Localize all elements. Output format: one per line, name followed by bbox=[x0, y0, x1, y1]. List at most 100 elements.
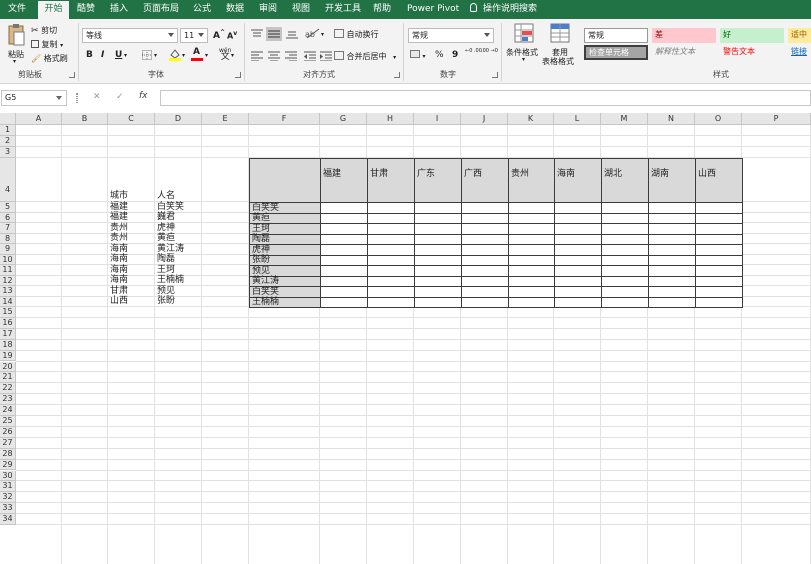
column-header-g[interactable]: G bbox=[320, 113, 367, 125]
alignment-launcher-icon[interactable] bbox=[394, 72, 400, 78]
column-header-c[interactable]: C bbox=[108, 113, 155, 125]
row-header-23[interactable]: 23 bbox=[0, 394, 16, 406]
row-header-8[interactable]: 8 bbox=[0, 233, 16, 244]
style-link[interactable]: 链接 bbox=[788, 45, 811, 60]
source-name-cell[interactable]: 张盼 bbox=[155, 296, 202, 306]
italic-button[interactable]: I bbox=[101, 50, 104, 60]
row-header-22[interactable]: 22 bbox=[0, 383, 16, 395]
paste-button[interactable]: 粘贴 ▾ bbox=[6, 23, 26, 65]
style-good[interactable]: 好 bbox=[720, 28, 784, 43]
tab-review[interactable]: 审阅 bbox=[259, 0, 277, 19]
tab-page-layout[interactable]: 页面布局 bbox=[143, 0, 179, 19]
matrix-header-cell[interactable] bbox=[601, 158, 649, 203]
source-name-cell[interactable]: 王珂 bbox=[155, 265, 202, 275]
row-header-17[interactable]: 17 bbox=[0, 328, 16, 340]
name-box[interactable]: G5 bbox=[1, 90, 67, 106]
matrix-cell[interactable] bbox=[554, 296, 602, 308]
formula-bar-grip-icon[interactable] bbox=[76, 93, 78, 103]
font-launcher-icon[interactable] bbox=[235, 72, 241, 78]
font-size-select[interactable]: 11 bbox=[180, 28, 208, 43]
source-name-cell[interactable]: 预见 bbox=[155, 286, 202, 296]
matrix-cell[interactable] bbox=[648, 296, 696, 308]
source-city-cell[interactable]: 山西 bbox=[108, 296, 155, 306]
increase-decimal-button[interactable]: ←0 .00 bbox=[465, 48, 482, 54]
row-header-15[interactable]: 15 bbox=[0, 307, 16, 318]
row-header-29[interactable]: 29 bbox=[0, 459, 16, 471]
style-neutral[interactable]: 适中 bbox=[788, 28, 811, 43]
cancel-icon[interactable]: ✕ bbox=[93, 92, 101, 102]
copy-button[interactable]: 复制 ▾ bbox=[31, 39, 63, 50]
shrink-font-button[interactable]: Av bbox=[227, 30, 237, 41]
row-header-1[interactable]: 1 bbox=[0, 125, 16, 136]
matrix-header-cell[interactable] bbox=[508, 158, 555, 203]
column-header-b[interactable]: B bbox=[62, 113, 108, 125]
tell-me-search[interactable]: 操作说明搜索 bbox=[470, 0, 537, 19]
row-header-4[interactable]: 4 bbox=[0, 158, 16, 202]
column-header-k[interactable]: K bbox=[508, 113, 554, 125]
source-name-cell[interactable]: 陶磊 bbox=[155, 254, 202, 264]
font-name-select[interactable]: 等线 bbox=[82, 28, 178, 43]
source-name-cell[interactable]: 虎神 bbox=[155, 223, 202, 233]
row-header-24[interactable]: 24 bbox=[0, 405, 16, 416]
orientation-button[interactable]: ab bbox=[305, 27, 321, 42]
tab-power-pivot[interactable]: Power Pivot bbox=[407, 0, 459, 19]
tab-kuzan[interactable]: 酷赞 bbox=[77, 0, 95, 19]
source-city-cell[interactable]: 贵州 bbox=[108, 233, 155, 243]
row-header-5[interactable]: 5 bbox=[0, 202, 16, 213]
align-right-button[interactable] bbox=[285, 51, 297, 64]
clipboard-launcher-icon[interactable] bbox=[69, 72, 75, 78]
tab-insert[interactable]: 插入 bbox=[110, 0, 128, 19]
fill-color-dropdown-icon[interactable]: ▾ bbox=[182, 52, 185, 59]
format-painter-button[interactable]: 🖌 格式刷 bbox=[31, 53, 68, 64]
row-header-27[interactable]: 27 bbox=[0, 437, 16, 449]
matrix-header-cell[interactable] bbox=[249, 158, 321, 203]
number-format-select[interactable]: 常规 bbox=[408, 28, 494, 43]
row-header-26[interactable]: 26 bbox=[0, 426, 16, 438]
column-header-h[interactable]: H bbox=[367, 113, 414, 125]
row-header-18[interactable]: 18 bbox=[0, 339, 16, 351]
matrix-cell[interactable] bbox=[695, 296, 743, 308]
matrix-cell[interactable] bbox=[601, 296, 649, 308]
borders-button[interactable] bbox=[142, 50, 152, 63]
row-header-14[interactable]: 14 bbox=[0, 296, 16, 307]
row-header-2[interactable]: 2 bbox=[0, 136, 16, 147]
insert-function-icon[interactable]: fx bbox=[139, 91, 148, 101]
matrix-header-cell[interactable] bbox=[695, 158, 743, 203]
matrix-header-cell[interactable] bbox=[554, 158, 602, 203]
matrix-cell[interactable] bbox=[461, 296, 509, 308]
tab-home[interactable]: 开始 bbox=[38, 1, 69, 19]
column-header-m[interactable]: M bbox=[601, 113, 648, 125]
accounting-format-button[interactable]: ▾ bbox=[410, 50, 426, 60]
number-launcher-icon[interactable] bbox=[492, 72, 498, 78]
matrix-header-cell[interactable] bbox=[367, 158, 415, 203]
row-header-6[interactable]: 6 bbox=[0, 212, 16, 223]
tab-data[interactable]: 数据 bbox=[226, 0, 244, 19]
row-header-12[interactable]: 12 bbox=[0, 275, 16, 286]
row-header-20[interactable]: 20 bbox=[0, 361, 16, 373]
column-header-p[interactable]: P bbox=[742, 113, 811, 125]
source-name-cell[interactable]: 白笑笑 bbox=[155, 202, 202, 212]
column-header-f[interactable]: F bbox=[249, 113, 320, 125]
row-header-28[interactable]: 28 bbox=[0, 448, 16, 460]
worksheet-grid[interactable]: ABCDEFGHIJKLMNOP 1 2 3 4 5 6 7 8 9 10 11 12 13 14 15 16… bbox=[0, 113, 811, 564]
column-header-j[interactable]: J bbox=[461, 113, 508, 125]
row-header-32[interactable]: 32 bbox=[0, 492, 16, 504]
matrix-cell[interactable] bbox=[320, 296, 368, 308]
row-header-11[interactable]: 11 bbox=[0, 265, 16, 276]
row-header-13[interactable]: 13 bbox=[0, 286, 16, 297]
row-header-34[interactable]: 34 bbox=[0, 514, 16, 525]
align-middle-button[interactable] bbox=[266, 27, 282, 41]
source-city-cell[interactable]: 海南 bbox=[108, 244, 155, 254]
column-header-l[interactable]: L bbox=[554, 113, 601, 125]
comma-button[interactable]: 9 bbox=[452, 50, 458, 60]
tab-developer[interactable]: 开发工具 bbox=[325, 0, 361, 19]
tab-view[interactable]: 视图 bbox=[292, 0, 310, 19]
style-normal[interactable]: 常规 bbox=[584, 28, 648, 43]
matrix-header-cell[interactable] bbox=[320, 158, 368, 203]
source-city-cell[interactable]: 福建 bbox=[108, 202, 155, 212]
orientation-dropdown-icon[interactable]: ▾ bbox=[321, 31, 324, 38]
row-header-7[interactable]: 7 bbox=[0, 223, 16, 234]
align-bottom-button[interactable] bbox=[286, 29, 298, 42]
source-city-cell[interactable]: 贵州 bbox=[108, 223, 155, 233]
column-header-d[interactable]: D bbox=[155, 113, 202, 125]
